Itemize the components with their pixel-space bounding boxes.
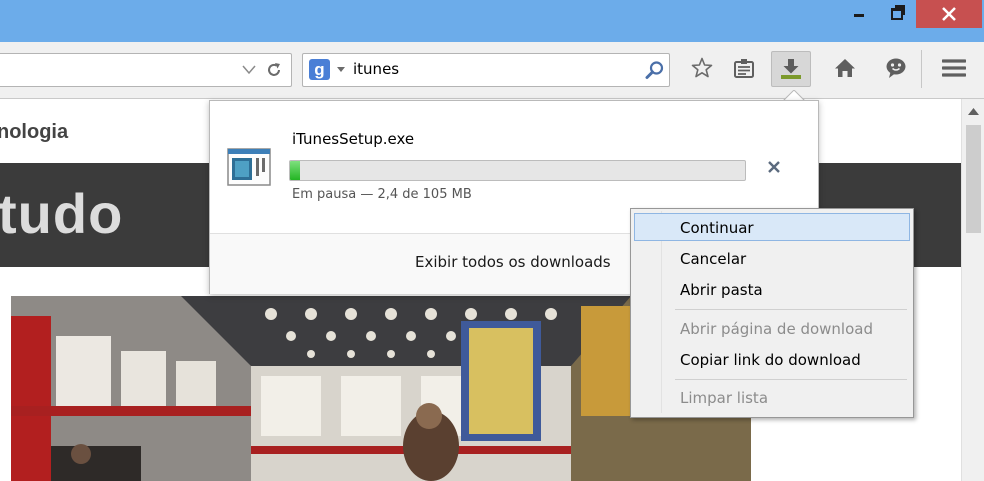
site-title[interactable]: nologia <box>0 121 68 144</box>
navigation-toolbar: g itunes <box>0 42 984 99</box>
menu-item-label: Copiar link do download <box>680 351 861 369</box>
maximize-button[interactable] <box>878 0 914 28</box>
menu-item-label: Abrir pasta <box>680 281 763 299</box>
url-bar[interactable] <box>0 53 292 87</box>
show-all-downloads-link[interactable]: Exibir todos os downloads <box>415 253 611 271</box>
google-icon[interactable]: g <box>309 59 330 80</box>
home-icon <box>835 59 855 77</box>
page-scrollbar[interactable] <box>961 99 984 481</box>
close-window-button[interactable] <box>916 0 982 28</box>
reload-icon[interactable] <box>265 61 283 79</box>
search-input[interactable]: itunes <box>353 60 399 78</box>
history-dropdown-icon[interactable] <box>242 65 256 75</box>
menu-item-abrir-pasta[interactable]: Abrir pasta <box>634 276 910 304</box>
menu-item-cancelar[interactable]: Cancelar <box>634 245 910 273</box>
executable-file-icon <box>227 148 271 186</box>
download-filename: iTunesSetup.exe <box>292 130 415 148</box>
menu-item-label: Continuar <box>680 219 754 237</box>
menu-item-limpar-lista[interactable]: Limpar lista <box>634 384 910 412</box>
window-titlebar <box>0 0 984 42</box>
scroll-up-arrow-icon[interactable] <box>968 108 979 115</box>
engine-dropdown-icon[interactable] <box>337 67 345 72</box>
chat-button[interactable] <box>877 51 915 85</box>
cancel-download-icon[interactable] <box>767 160 781 174</box>
search-icon[interactable] <box>645 60 665 80</box>
bookmark-star-button[interactable] <box>683 51 721 85</box>
menu-icon <box>942 59 966 77</box>
menu-item-copiar-link[interactable]: Copiar link do download <box>634 346 910 374</box>
menu-button[interactable] <box>934 51 972 85</box>
minimize-button[interactable] <box>840 0 876 28</box>
close-icon <box>942 7 956 21</box>
menu-separator <box>675 379 907 380</box>
download-status: Em pausa — 2,4 de 105 MB <box>292 187 472 202</box>
menu-separator <box>675 309 907 310</box>
band-text: tudo <box>0 182 124 245</box>
home-button[interactable] <box>826 51 864 85</box>
menu-item-label: Limpar lista <box>680 389 769 407</box>
download-progress-bar <box>289 160 746 181</box>
search-bar[interactable]: g itunes <box>302 53 670 87</box>
menu-item-label: Cancelar <box>680 250 747 268</box>
reading-list-button[interactable] <box>725 51 763 85</box>
menu-item-abrir-pagina-de-download[interactable]: Abrir página de download <box>634 315 910 343</box>
downloads-button[interactable] <box>771 51 811 87</box>
menu-item-label: Abrir página de download <box>680 320 873 338</box>
star-icon <box>691 57 713 78</box>
menu-item-continuar[interactable]: Continuar <box>634 213 910 241</box>
chat-icon <box>886 58 906 78</box>
toolbar-separator <box>921 50 922 88</box>
download-progress-fill <box>290 161 301 180</box>
download-context-menu: Continuar Cancelar Abrir pasta Abrir pág… <box>630 208 914 418</box>
reading-list-icon <box>734 59 754 78</box>
menu-gutter <box>661 211 662 413</box>
download-icon <box>781 59 801 79</box>
scrollbar-thumb[interactable] <box>966 125 981 233</box>
